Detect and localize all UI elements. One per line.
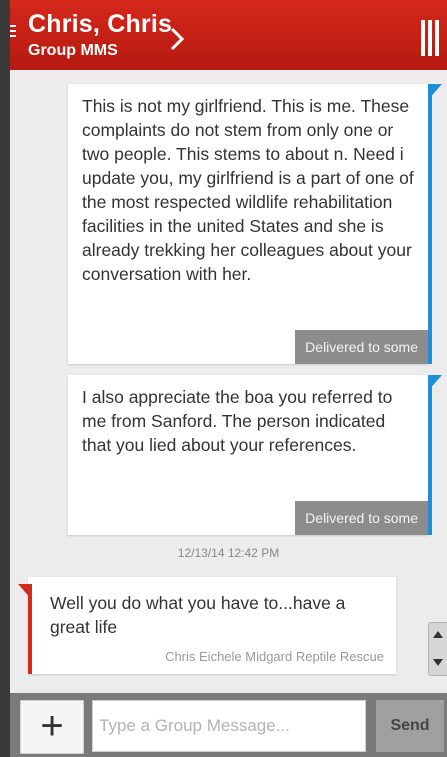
send-button[interactable]: Send: [376, 700, 444, 752]
scroll-down-icon[interactable]: [429, 649, 447, 673]
outgoing-message[interactable]: I also appreciate the boa you referred t…: [68, 375, 428, 535]
scroll-handle[interactable]: [428, 622, 447, 676]
contact-list-icon[interactable]: [421, 20, 443, 56]
message-timestamp: 12/13/14 12:42 PM: [177, 546, 280, 560]
outgoing-message[interactable]: This is not my girlfriend. This is me. T…: [68, 84, 428, 364]
incoming-message[interactable]: Well you do what you have to...have a gr…: [28, 577, 396, 674]
outgoing-tail-icon: [428, 375, 442, 391]
menu-icon[interactable]: [10, 24, 16, 38]
delivery-status: Delivered to some: [295, 501, 428, 535]
conversation-title[interactable]: Chris, Chris: [28, 10, 172, 39]
conversation-subtitle: Group MMS: [28, 42, 118, 59]
outgoing-accent-bar: [428, 86, 432, 364]
outgoing-tail-icon: [428, 84, 442, 100]
conversation-header[interactable]: Chris, Chris Group MMS: [10, 0, 447, 70]
delivery-status: Delivered to some: [295, 330, 428, 364]
scroll-up-icon[interactable]: [429, 625, 447, 649]
left-edge: [0, 0, 10, 757]
message-text: This is not my girlfriend. This is me. T…: [82, 96, 414, 284]
add-attachment-button[interactable]: +: [20, 700, 84, 754]
conversation-screen: Chris, Chris Group MMS This is not my gi…: [10, 0, 447, 757]
message-text: I also appreciate the boa you referred t…: [82, 387, 393, 455]
outgoing-accent-bar: [428, 377, 432, 535]
message-text: Well you do what you have to...have a gr…: [50, 593, 346, 637]
incoming-tail-icon: [18, 584, 32, 600]
message-sender: Chris Eichele Midgard Reptile Rescue: [165, 649, 384, 664]
message-input[interactable]: [92, 700, 366, 752]
chevron-right-icon[interactable]: [168, 26, 186, 52]
